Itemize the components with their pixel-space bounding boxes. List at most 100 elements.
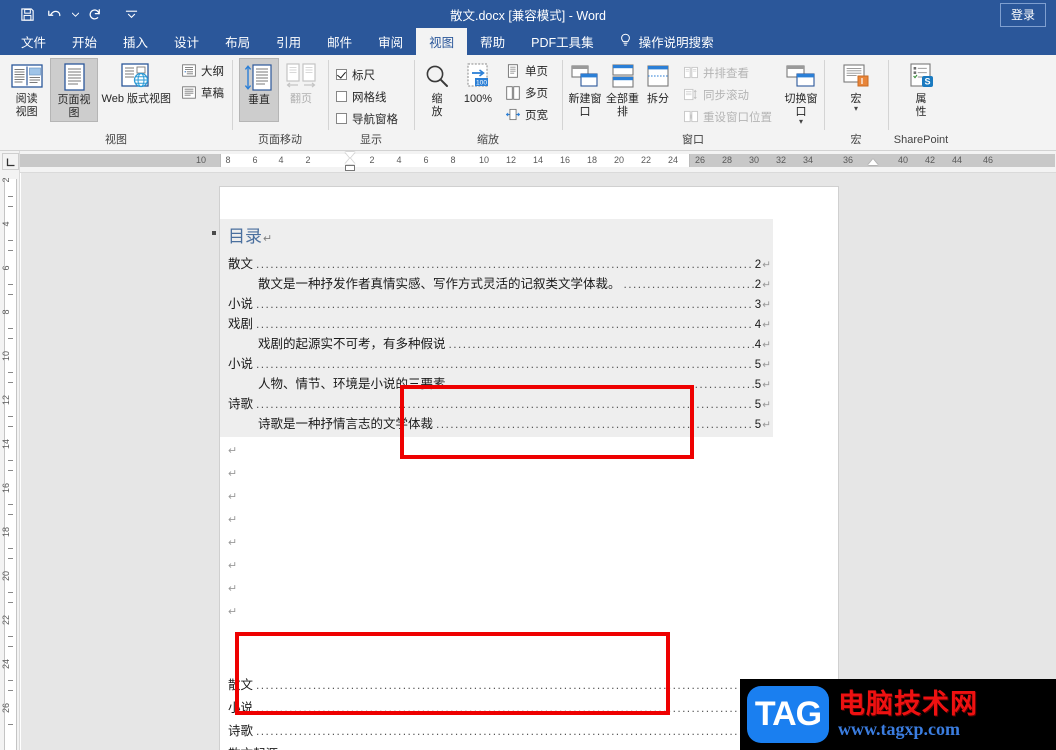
toc-entry[interactable]: 人物、情节、环境是小说的三要素.........................… xyxy=(220,375,773,395)
tab-file[interactable]: 文件 xyxy=(8,28,59,55)
tab-review[interactable]: 审阅 xyxy=(365,28,416,55)
document-canvas[interactable]: 目录↵ 散文..................................… xyxy=(21,173,1056,750)
button-multiple-pages[interactable]: 多页 xyxy=(503,83,551,102)
button-side-to-side-label: 翻页 xyxy=(290,93,312,105)
ruler-tick-6: 6 xyxy=(252,155,258,165)
button-one-page[interactable]: 单页 xyxy=(503,61,551,80)
button-synchronous-scrolling[interactable]: 同步滚动 xyxy=(681,85,775,104)
button-zoom-label-2: 放 xyxy=(431,106,443,118)
right-indent-marker[interactable] xyxy=(868,159,878,165)
button-page-width[interactable]: 页宽 xyxy=(503,105,551,124)
tab-design[interactable]: 设计 xyxy=(161,28,212,55)
toc-entry[interactable]: 诗歌......................................… xyxy=(220,395,773,415)
vruler-minor-tick xyxy=(8,592,13,593)
toc-entry-label: 散文是一种抒发作者真情实感、写作方式灵活的记叙类文学体裁。 xyxy=(258,277,621,291)
multiple-pages-icon xyxy=(506,85,520,100)
button-zoom-100[interactable]: 100 100% xyxy=(457,58,499,106)
macros-icon xyxy=(840,61,872,93)
button-switch-windows[interactable]: 切换窗口 ▾ xyxy=(783,58,819,126)
vruler-minor-tick xyxy=(8,250,13,251)
toc-entry[interactable]: 散文......................................… xyxy=(220,255,773,275)
ribbon-group-window-label: 窗口 xyxy=(682,134,704,146)
button-side-to-side[interactable]: 翻页 xyxy=(281,58,321,106)
toc-entry[interactable]: 戏剧......................................… xyxy=(220,315,773,335)
toc-entry-lower[interactable]: 散文......................................… xyxy=(220,674,805,697)
vertical-ruler[interactable]: 2 4 6 8 10 12 14 16 18 20 22 24 26 xyxy=(0,151,20,750)
vruler-minor-tick xyxy=(8,328,13,329)
left-indent-marker[interactable] xyxy=(345,165,355,171)
tab-insert[interactable]: 插入 xyxy=(110,28,161,55)
checkbox-gridlines[interactable] xyxy=(336,91,347,102)
pilcrow-icon: ↵ xyxy=(762,359,771,371)
button-arrange-all-label: 全部重排 xyxy=(606,93,639,118)
button-reset-window-position[interactable]: 重设窗口位置 xyxy=(681,107,775,126)
tab-home[interactable]: 开始 xyxy=(59,28,110,55)
tab-view[interactable]: 视图 xyxy=(416,28,468,55)
empty-paragraph-mark: ↵ xyxy=(228,514,238,526)
tab-mailings[interactable]: 邮件 xyxy=(314,28,365,55)
tab-layout[interactable]: 布局 xyxy=(212,28,263,55)
ruler-tick-32: 32 xyxy=(775,155,787,165)
toc-entry[interactable]: 小说......................................… xyxy=(220,295,773,315)
toc-entry-lower[interactable]: 散文起源....................................… xyxy=(220,743,805,750)
vruler-tick-4: 4 xyxy=(1,221,11,227)
toc-entry[interactable]: 戏剧的起源实不可考，有多种假说.........................… xyxy=(220,335,773,355)
chevron-down-icon-macros[interactable]: ▾ xyxy=(854,105,858,113)
button-vertical-scroll[interactable]: 垂直 xyxy=(239,58,279,122)
tab-references[interactable]: 引用 xyxy=(263,28,314,55)
checkbox-navigation-pane[interactable] xyxy=(336,113,347,124)
reset-window-position-icon xyxy=(684,110,698,124)
empty-paragraph-mark: ↵ xyxy=(228,537,238,549)
empty-paragraph-mark: ↵ xyxy=(228,468,238,480)
sign-in-button[interactable]: 登录 xyxy=(999,3,1046,27)
tab-pdf-tools[interactable]: PDF工具集 xyxy=(518,28,607,55)
checkbox-ruler[interactable] xyxy=(336,69,347,80)
button-view-side-by-side[interactable]: 并排查看 xyxy=(681,63,775,82)
button-new-window[interactable]: 新建窗口 xyxy=(567,58,603,119)
checkbox-ruler-row[interactable]: 标尺 xyxy=(333,65,401,84)
tab-help[interactable]: 帮助 xyxy=(467,28,518,55)
chevron-down-icon[interactable]: ▾ xyxy=(799,118,803,126)
button-arrange-all[interactable]: 全部重排 xyxy=(605,58,640,119)
checkbox-gridlines-row[interactable]: 网格线 xyxy=(333,87,401,106)
button-synchronous-scrolling-label: 同步滚动 xyxy=(703,89,749,102)
document-page[interactable]: 目录↵ 散文..................................… xyxy=(212,187,838,750)
horizontal-ruler[interactable]: 10 8 6 4 2 2 4 6 8 10 12 14 16 18 20 22 24 26 28 30 32 34 36 40… xyxy=(20,151,1056,173)
button-zoom[interactable]: 缩 放 xyxy=(419,58,455,119)
toc-leader-dots: ........................................… xyxy=(256,297,754,311)
button-outline[interactable]: 大纲 xyxy=(179,61,227,80)
button-split[interactable]: 拆分 xyxy=(642,58,674,106)
toc-entry-label: 小说 xyxy=(228,357,254,371)
ruler-tick-8: 8 xyxy=(225,155,231,165)
toc-entry[interactable]: 散文是一种抒发作者真情实感、写作方式灵活的记叙类文学体裁。...........… xyxy=(220,275,773,295)
redo-icon[interactable] xyxy=(82,3,108,25)
toc-entry[interactable]: 诗歌是一种抒情言志的文学体裁..........................… xyxy=(220,415,773,435)
save-icon[interactable] xyxy=(14,3,40,25)
toc-entry[interactable]: 小说......................................… xyxy=(220,355,773,375)
button-print-layout[interactable]: 页面视图 xyxy=(50,58,98,122)
button-macros[interactable]: 宏 ▾ xyxy=(833,58,879,113)
tell-me-search[interactable]: 操作说明搜索 xyxy=(607,28,726,55)
button-read-mode-label-2: 视图 xyxy=(15,106,38,118)
pilcrow-icon: ↵ xyxy=(762,399,771,411)
ruler-tick-4: 4 xyxy=(396,155,402,165)
button-properties[interactable]: S 属 性 xyxy=(899,58,943,119)
button-properties-label-1: 属 xyxy=(915,93,927,105)
toc-entry-lower[interactable]: 诗歌......................................… xyxy=(220,720,805,743)
ruler-tick-42: 42 xyxy=(924,155,936,165)
undo-dropdown-icon[interactable] xyxy=(70,3,80,25)
table-of-contents-field[interactable]: 目录↵ 散文..................................… xyxy=(212,219,773,437)
button-web-layout[interactable]: Web 版式视图 xyxy=(100,58,173,106)
ruler-tick-46: 46 xyxy=(982,155,994,165)
ruler-tick-14: 14 xyxy=(532,155,544,165)
tab-stop-icon[interactable] xyxy=(2,153,19,170)
toc-entry-label: 小说 xyxy=(228,297,254,311)
checkbox-navigation-pane-row[interactable]: 导航窗格 xyxy=(333,109,401,128)
button-draft[interactable]: 草稿 xyxy=(179,83,227,102)
toc-entry-lower[interactable]: 小说......................................… xyxy=(220,697,805,720)
undo-icon[interactable] xyxy=(42,3,68,25)
ruler-tick-10: 10 xyxy=(478,155,490,165)
customize-qat-icon[interactable] xyxy=(118,3,144,25)
button-read-mode[interactable]: 阅读 视图 xyxy=(5,58,48,119)
hanging-indent-marker[interactable] xyxy=(345,158,355,164)
